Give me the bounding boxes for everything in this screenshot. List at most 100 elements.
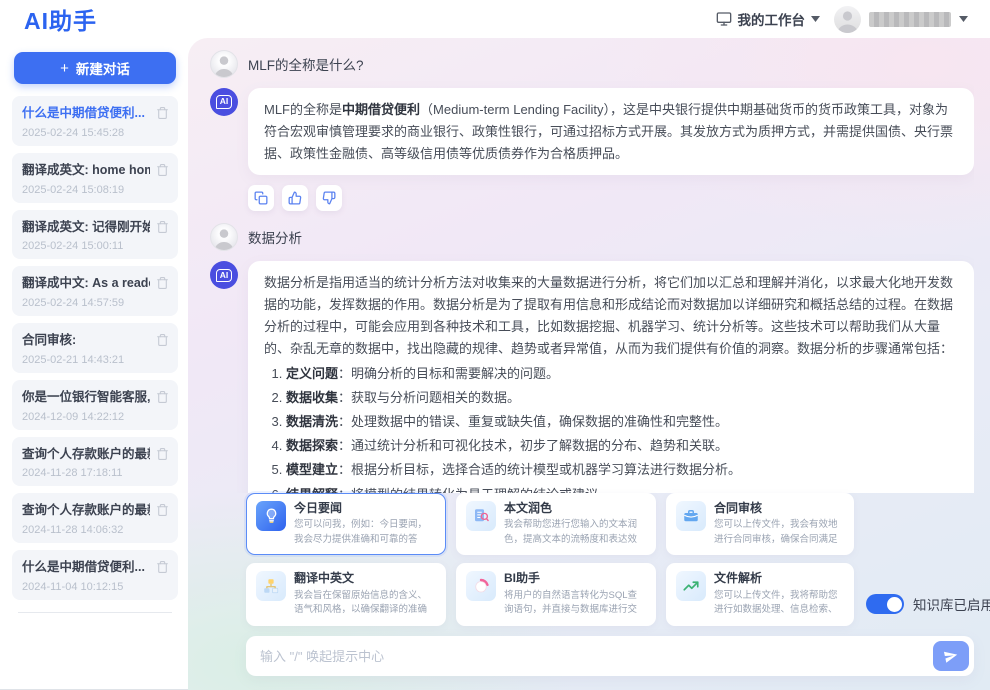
conversation-item[interactable]: 你是一位银行智能客服, ... 2024-12-09 14:22:12 — [12, 380, 178, 430]
conversation-title: 你是一位银行智能客服, ... — [22, 388, 150, 407]
translate-icon — [256, 571, 286, 601]
user-avatar — [210, 50, 238, 78]
conversation-time: 2025-02-24 15:45:28 — [22, 127, 150, 139]
bottom-section: 今日要闻 您可以问我，例如：今日要闻，我会尽力提供准确和可靠的答案。 本文润色 … — [246, 493, 974, 676]
conversation-item[interactable]: 翻译成中文: As a reader... 2025-02-24 14:57:5… — [12, 266, 178, 316]
conversation-title: 什么是中期借贷便利... — [22, 558, 150, 577]
feature-desc: 将用户的自然语言转化为SQL查询语句，并直接与数据库进行交互，返回智能推荐的图表… — [504, 589, 646, 618]
new-conversation-label: 新建对话 — [76, 58, 130, 78]
trend-chart-icon — [676, 571, 706, 601]
thumbs-down-icon[interactable] — [316, 185, 342, 211]
sidebar-divider — [18, 612, 172, 613]
message-list: MLF的全称是什么? AI MLF的全称是中期借贷便利（Medium-term … — [210, 50, 974, 493]
username-redacted — [869, 12, 951, 27]
top-header: AI助手 我的工作台 — [0, 0, 990, 38]
conversation-item[interactable]: 翻译成英文: home home 2025-02-24 15:08:19 — [12, 153, 178, 203]
workspace-menu[interactable]: 我的工作台 — [716, 9, 821, 29]
user-message: MLF的全称是什么? — [210, 50, 974, 78]
conversation-item[interactable]: 合同审核: 2025-02-21 14:43:21 — [12, 323, 178, 373]
feature-card-bi[interactable]: BI助手 将用户的自然语言转化为SQL查询语句，并直接与数据库进行交互，返回智能… — [456, 563, 656, 626]
conversation-time: 2025-02-21 14:43:21 — [22, 354, 150, 366]
ai-text: 数据分析是指用适当的统计分析方法对收集来的大量数据进行分析，将它们加以汇总和理解… — [264, 275, 953, 355]
delete-icon[interactable] — [156, 503, 169, 517]
knowledge-base-label: 知识库已启用 — [913, 594, 990, 614]
bulb-icon — [256, 501, 286, 531]
feature-desc: 我会帮助您进行您输入的文本润色，提高文本的流畅度和表达效果。 — [504, 518, 646, 547]
user-account-menu[interactable] — [834, 6, 968, 33]
step-item: 结果解释：将模型的结果转化为易于理解的结论或建议。 — [286, 485, 958, 493]
user-message-text: MLF的全称是什么? — [248, 54, 364, 74]
feature-title: 文件解析 — [714, 571, 844, 587]
step-item: 定义问题：明确分析的目标和需要解决的问题。 — [286, 364, 958, 384]
conversation-title: 翻译成英文: 记得刚开始... — [22, 218, 150, 237]
monitor-icon — [716, 11, 732, 27]
conversation-time: 2025-02-24 14:57:59 — [22, 297, 150, 309]
app-window: AI助手 我的工作台 — [0, 0, 990, 690]
conversation-item[interactable]: 翻译成英文: 记得刚开始... 2025-02-24 15:00:11 — [12, 210, 178, 260]
feature-card-news[interactable]: 今日要闻 您可以问我，例如：今日要闻，我会尽力提供准确和可靠的答案。 — [246, 493, 446, 556]
conversation-item[interactable]: 查询个人存款账户的最新... 2024-11-28 14:06:32 — [12, 493, 178, 543]
ai-avatar-icon: AI — [210, 261, 238, 289]
new-conversation-button[interactable]: + 新建对话 — [14, 52, 176, 84]
delete-icon[interactable] — [156, 390, 169, 404]
conversation-item[interactable]: 什么是中期借贷便利... 2025-02-24 15:45:28 — [12, 96, 178, 146]
delete-icon[interactable] — [156, 163, 169, 177]
step-item: 模型建立：根据分析目标，选择合适的统计模型或机器学习算法进行数据分析。 — [286, 460, 958, 480]
ai-text: MLF的全称是 — [264, 102, 342, 117]
delete-icon[interactable] — [156, 333, 169, 347]
conversation-title: 翻译成英文: home home — [22, 161, 150, 180]
ai-message: AI 数据分析是指用适当的统计分析方法对收集来的大量数据进行分析，将它们加以汇总… — [210, 261, 974, 492]
delete-icon[interactable] — [156, 106, 169, 120]
conversation-title: 翻译成中文: As a reader... — [22, 274, 150, 293]
feature-desc: 我会旨在保留原始信息的含义、语气和风格，以确保翻译的准确性和自然流畅。 — [294, 589, 436, 618]
prompt-input-bar — [246, 636, 974, 676]
ai-avatar-icon: AI — [210, 88, 238, 116]
send-button[interactable] — [933, 641, 969, 671]
feature-title: 今日要闻 — [294, 501, 436, 517]
step-item: 数据清洗：处理数据中的错误、重复或缺失值，确保数据的准确性和完整性。 — [286, 412, 958, 432]
conversation-title: 合同审核: — [22, 331, 150, 350]
plus-icon: + — [60, 60, 69, 77]
feature-card-translate[interactable]: 翻译中英文 我会旨在保留原始信息的含义、语气和风格，以确保翻译的准确性和自然流畅… — [246, 563, 446, 626]
step-item: 数据收集：获取与分析问题相关的数据。 — [286, 388, 958, 408]
app-logo: AI助手 — [24, 2, 97, 36]
feature-card-polish[interactable]: 本文润色 我会帮助您进行您输入的文本润色，提高文本的流畅度和表达效果。 — [456, 493, 656, 556]
briefcase-icon — [676, 501, 706, 531]
conversation-time: 2024-12-09 14:22:12 — [22, 411, 150, 423]
pie-chart-icon — [466, 571, 496, 601]
feature-card-contract[interactable]: 合同审核 您可以上传文件，我会有效地进行合同审核，确保合同满足您的业务需求。 — [666, 493, 854, 556]
feature-title: BI助手 — [504, 571, 646, 587]
message-actions — [248, 185, 974, 211]
chevron-down-icon — [811, 16, 820, 22]
user-avatar — [210, 223, 238, 251]
conversation-time: 2025-02-24 15:08:19 — [22, 184, 150, 196]
feature-title: 翻译中英文 — [294, 571, 436, 587]
copy-icon[interactable] — [248, 185, 274, 211]
knowledge-base-toggle-row: 知识库已启用 — [866, 594, 990, 614]
feature-title: 合同审核 — [714, 501, 844, 517]
ai-message: AI MLF的全称是中期借贷便利（Medium-term Lending Fac… — [210, 88, 974, 175]
conversation-time: 2024-11-28 14:06:32 — [22, 524, 150, 536]
thumbs-up-icon[interactable] — [282, 185, 308, 211]
feature-card-parse[interactable]: 文件解析 您可以上传文件，我将帮助您进行如数据处理、信息检索、自动化办公等。 — [666, 563, 854, 626]
feature-title: 本文润色 — [504, 501, 646, 517]
prompt-input[interactable] — [260, 649, 933, 664]
delete-icon[interactable] — [156, 560, 169, 574]
analysis-steps-list: 定义问题：明确分析的目标和需要解决的问题。 数据收集：获取与分析问题相关的数据。… — [286, 364, 958, 493]
conversation-item[interactable]: 什么是中期借贷便利... 2024-11-04 10:12:15 — [12, 550, 178, 600]
workspace-label: 我的工作台 — [738, 9, 806, 29]
conversation-time: 2025-02-24 15:00:11 — [22, 240, 150, 252]
delete-icon[interactable] — [156, 447, 169, 461]
paper-plane-icon — [943, 648, 959, 664]
ai-text-bold: 中期借贷便利 — [342, 102, 420, 117]
feature-desc: 您可以问我，例如：今日要闻，我会尽力提供准确和可靠的答案。 — [294, 518, 436, 547]
user-avatar — [834, 6, 861, 33]
conversation-title: 查询个人存款账户的最新... — [22, 501, 150, 520]
delete-icon[interactable] — [156, 220, 169, 234]
chat-panel: MLF的全称是什么? AI MLF的全称是中期借贷便利（Medium-term … — [188, 38, 990, 690]
delete-icon[interactable] — [156, 276, 169, 290]
feature-desc: 您可以上传文件，我会有效地进行合同审核，确保合同满足您的业务需求。 — [714, 518, 844, 547]
knowledge-base-toggle[interactable] — [866, 594, 904, 614]
conversation-time: 2024-11-04 10:12:15 — [22, 581, 150, 593]
conversation-item[interactable]: 查询个人存款账户的最新... 2024-11-28 17:18:11 — [12, 437, 178, 487]
